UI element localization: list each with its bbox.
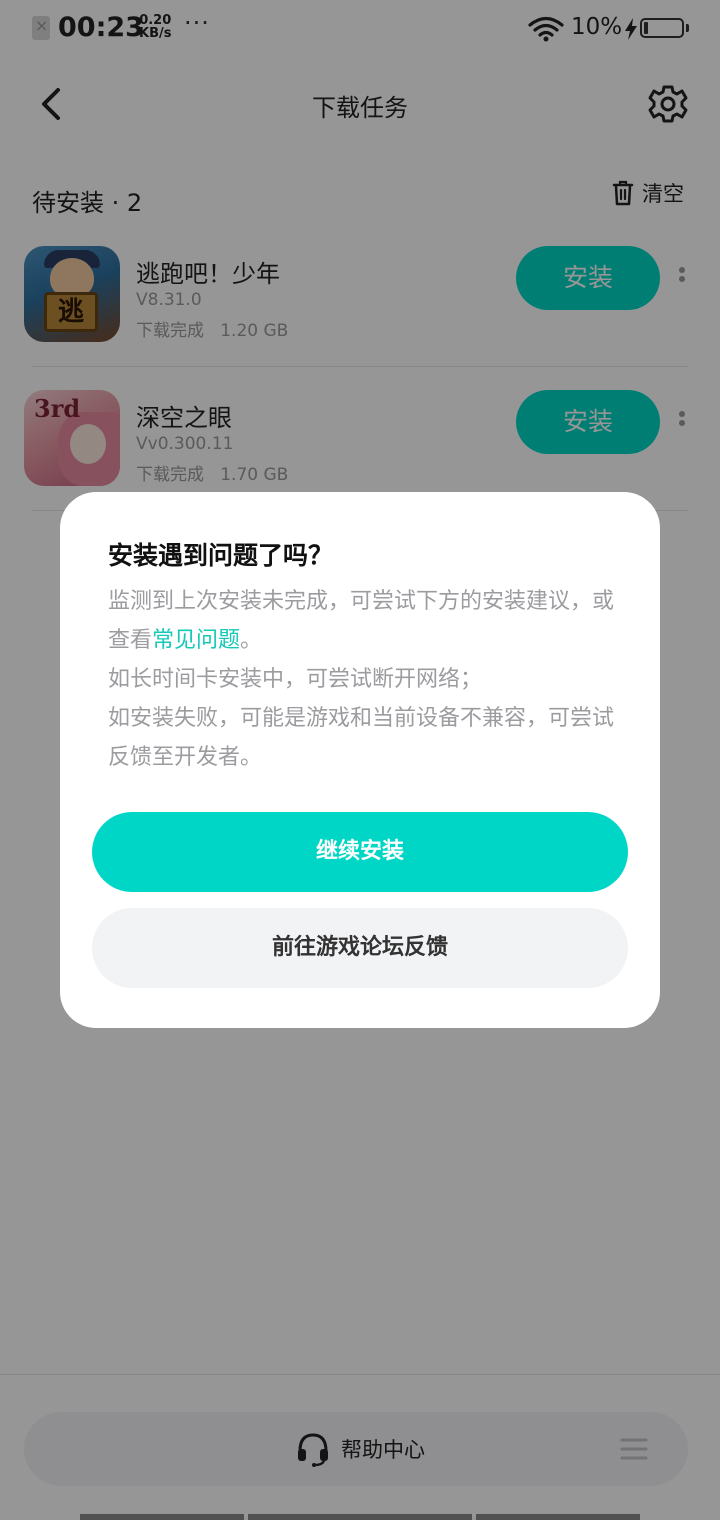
forum-feedback-button[interactable]: 前往游戏论坛反馈	[92, 908, 628, 988]
dialog-paragraph-1: 监测到上次安装未完成，可尝试下方的安装建议，或查看常见问题。	[108, 582, 628, 660]
dialog-title: 安装遇到问题了吗？	[108, 541, 334, 570]
dialog-body: 监测到上次安装未完成，可尝试下方的安装建议，或查看常见问题。 如长时间卡安装中，…	[108, 582, 628, 777]
dialog-paragraph-3: 如安装失败，可能是游戏和当前设备不兼容，可尝试反馈至开发者。	[108, 706, 615, 770]
continue-install-button[interactable]: 继续安装	[92, 812, 628, 892]
dialog-text: 。	[240, 628, 263, 653]
install-problem-dialog: 安装遇到问题了吗？ 监测到上次安装未完成，可尝试下方的安装建议，或查看常见问题。…	[60, 492, 660, 1028]
faq-link[interactable]: 常见问题	[152, 628, 240, 653]
dialog-paragraph-2: 如长时间卡安装中，可尝试断开网络；	[108, 667, 483, 692]
